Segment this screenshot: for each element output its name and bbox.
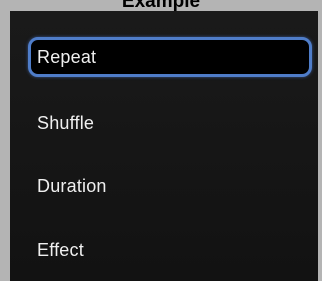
options-menu: Repeat Shuffle Duration Effect — [10, 11, 318, 281]
menu-item-effect[interactable]: Effect — [28, 230, 312, 270]
menu-item-repeat[interactable]: Repeat — [28, 37, 312, 77]
menu-item-duration[interactable]: Duration — [28, 166, 312, 206]
screenshot-frame: Example Repeat Shuffle Duration Effect — [0, 0, 322, 281]
menu-item-shuffle[interactable]: Shuffle — [28, 103, 312, 143]
